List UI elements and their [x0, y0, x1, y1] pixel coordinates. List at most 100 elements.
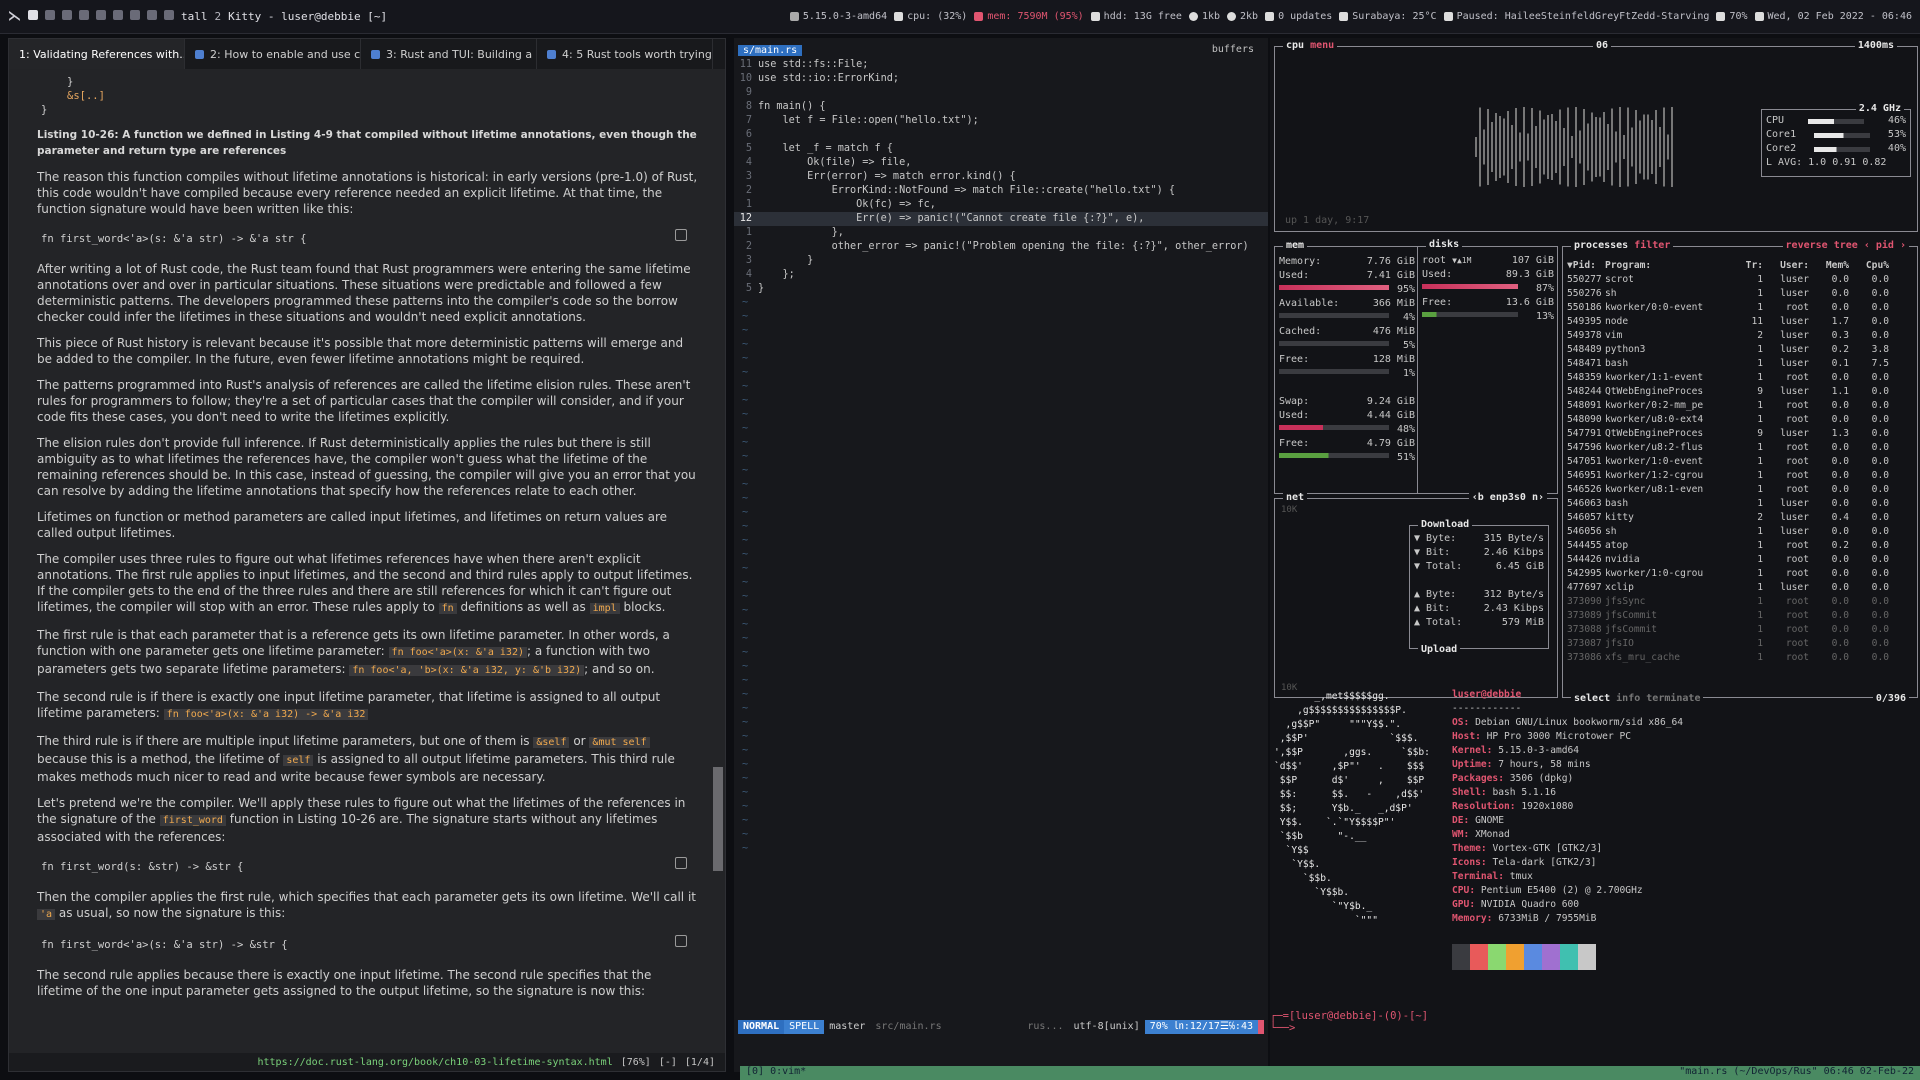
mem-label: mem	[1283, 240, 1308, 251]
table-cell: vim	[1605, 330, 1623, 341]
table-row[interactable]: 546526 kworker/u8:1-even 1 root 0.0 0.0	[1567, 483, 1893, 497]
empty-line: ~	[742, 745, 749, 756]
cpu-bar	[1647, 114, 1649, 180]
table-row[interactable]: 542995 kworker/1:0-cgrou 1 root 0.0 0.0	[1567, 567, 1893, 581]
tmux-window[interactable]: [0] 0:vim*	[746, 1066, 806, 1080]
net-interface[interactable]: ‹b enp3s0 n›	[1468, 492, 1547, 503]
sysinfo-value: XMonad	[1475, 829, 1510, 840]
table-row[interactable]: 544426 nvidia 1 root 0.0 0.0	[1567, 553, 1893, 567]
table-cell: 0.0	[1831, 568, 1849, 579]
table-cell: 0.0	[1831, 414, 1849, 425]
sort-selector[interactable]: ‹ pid ›	[1864, 240, 1906, 251]
update-interval[interactable]: 1400ms	[1854, 40, 1897, 51]
table-row[interactable]: 373088 jfsCommit 1 root 0.0 0.0	[1567, 623, 1893, 637]
sysinfo-key: Uptime:	[1452, 759, 1499, 770]
vim-filetype: rus...	[1027, 1021, 1064, 1032]
shell-prompt[interactable]: ┌─=[luser@debbie]-(0)-[~] └──>	[1270, 1010, 1428, 1034]
sysinfo-value: tmux	[1509, 871, 1533, 882]
table-cell: 1	[1757, 484, 1763, 495]
table-cell: 1	[1757, 288, 1763, 299]
table-cell: luser	[1780, 274, 1809, 285]
table-row[interactable]: 546063 bash 1 luser 0.0 0.0	[1567, 497, 1893, 511]
mem-cached-bar	[1279, 341, 1389, 346]
copy-icon[interactable]	[675, 935, 687, 947]
table-row[interactable]: 544455 atop 1 root 0.2 0.0	[1567, 539, 1893, 553]
proc-options: reverse tree ‹ pid ›	[1782, 240, 1909, 251]
workspace-1[interactable]	[28, 10, 38, 23]
window-count: 2	[214, 10, 222, 23]
workspace-8[interactable]	[147, 10, 157, 23]
table-row[interactable]: 547791 QtWebEngineProces 9 luser 1.3 0.0	[1567, 427, 1893, 441]
table-row[interactable]: 549378 vim 2 luser 0.3 0.0	[1567, 329, 1893, 343]
table-cell: QtWebEngineProces	[1605, 428, 1704, 439]
copy-icon[interactable]	[675, 857, 687, 869]
paragraph: Then the compiler applies the first rule…	[37, 889, 699, 923]
table-row[interactable]: 548359 kworker/1:1-event 1 root 0.0 0.0	[1567, 371, 1893, 385]
workspace-5[interactable]	[96, 10, 106, 23]
table-row[interactable]: 373089 jfsCommit 1 root 0.0 0.0	[1567, 609, 1893, 623]
table-row[interactable]: 548489 python3 1 luser 0.2 3.8	[1567, 343, 1893, 357]
table-cell: 0.0	[1871, 442, 1889, 453]
workspace-6[interactable]	[113, 10, 123, 23]
music-widget[interactable]: Paused: HaileeSteinfeldGreyFtZedd-Starvi…	[1443, 11, 1709, 22]
tab-1[interactable]: 1: Validating References with...	[9, 39, 185, 69]
workspace-9[interactable]	[164, 10, 174, 23]
table-row[interactable]: 546057 kitty 2 luser 0.4 0.0	[1567, 511, 1893, 525]
table-row[interactable]: 548244 QtWebEngineProces 9 luser 1.1 0.0	[1567, 385, 1893, 399]
reverse-toggle[interactable]: reverse	[1786, 240, 1828, 251]
tab-3[interactable]: 3: Rust and TUI: Building a co...	[361, 39, 537, 69]
code-block: fn first_word<'a>(s: &'a str) -> &str {	[41, 935, 699, 953]
workspace-3[interactable]	[62, 10, 72, 23]
sysinfo-key: Packages:	[1452, 773, 1510, 784]
menu-label[interactable]: menu	[1310, 40, 1334, 51]
swap-free-pct: 51%	[1396, 452, 1415, 463]
table-row[interactable]: 477697 xclip 1 luser 0.0 0.0	[1567, 581, 1893, 595]
table-cell: 1	[1757, 568, 1763, 579]
core-pct: 40%	[1887, 143, 1906, 154]
window-title: Kitty - luser@debbie [~]	[228, 10, 388, 23]
tree-toggle[interactable]: tree	[1834, 240, 1858, 251]
workspace-7[interactable]	[130, 10, 140, 23]
table-row[interactable]: 550276 sh 1 luser 0.0 0.0	[1567, 287, 1893, 301]
xmonad-logo-icon: ⋋	[8, 9, 21, 24]
volume-widget[interactable]: 70%	[1716, 11, 1748, 22]
table-row[interactable]: 546056 sh 1 luser 0.0 0.0	[1567, 525, 1893, 539]
swap-used-bar	[1279, 425, 1389, 430]
workspace-list[interactable]	[28, 10, 174, 23]
table-row[interactable]: 546951 kworker/1:2-cgrou 1 root 0.0 0.0	[1567, 469, 1893, 483]
table-row[interactable]: 373087 jfsIO 1 root 0.0 0.0	[1567, 637, 1893, 651]
table-row[interactable]: 548091 kworker/0:2-mm_pe 1 root 0.0 0.0	[1567, 399, 1893, 413]
table-cell: luser	[1780, 428, 1809, 439]
mem-text: mem: 7590M (95%)	[987, 11, 1084, 22]
table-row[interactable]: 550186 kworker/0:0-event 1 root 0.0 0.0	[1567, 301, 1893, 315]
core-name: Core2	[1766, 143, 1797, 154]
table-row[interactable]: 548090 kworker/u8:0-ext4 1 root 0.0 0.0	[1567, 413, 1893, 427]
copy-icon[interactable]	[675, 229, 687, 241]
table-row[interactable]: 547596 kworker/u8:2-flus 1 root 0.0 0.0	[1567, 441, 1893, 455]
cpu-bar	[1551, 114, 1553, 180]
workspace-4[interactable]	[79, 10, 89, 23]
scrollbar[interactable]	[713, 767, 723, 871]
empty-line: ~	[742, 759, 749, 770]
cpu-bar	[1603, 112, 1605, 182]
vim-editor[interactable]: 11 use std::fs::File; 10 use std::io::Error…	[734, 38, 1268, 856]
code-block-tail: } &s[..] }	[41, 75, 699, 117]
table-row[interactable]: 550277 scrot 1 luser 0.0 0.0	[1567, 273, 1893, 287]
color-swatch	[1542, 944, 1560, 970]
table-row[interactable]: 373090 jfsSync 1 root 0.0 0.0	[1567, 595, 1893, 609]
layout-name[interactable]: tall	[181, 10, 208, 23]
tab-2[interactable]: 2: How to enable and use cod...	[185, 39, 361, 69]
table-cell: kworker/u8:1-even	[1605, 484, 1704, 495]
workspace-2[interactable]	[45, 10, 55, 23]
empty-line: ~	[742, 325, 749, 336]
table-row[interactable]: 547051 kworker/1:0-event 1 root 0.0 0.0	[1567, 455, 1893, 469]
cpu-bar	[1575, 107, 1577, 187]
core-name: Core1	[1766, 129, 1797, 140]
filter-toggle[interactable]: filter	[1634, 240, 1670, 251]
process-table[interactable]: ▼Pid: Program: Tr: User: Mem% Cpu% 550277 scrot…	[1567, 259, 1893, 665]
vim-buffer-tab[interactable]: s/main.rs	[738, 45, 803, 56]
table-row[interactable]: 549395 node 11 luser 1.7 0.0	[1567, 315, 1893, 329]
table-row[interactable]: 373086 xfs_mru_cache 1 root 0.0 0.0	[1567, 651, 1893, 665]
tab-4[interactable]: 4: 5 Rust tools worth trying o...	[537, 39, 713, 69]
table-row[interactable]: 548471 bash 1 luser 0.1 7.5	[1567, 357, 1893, 371]
